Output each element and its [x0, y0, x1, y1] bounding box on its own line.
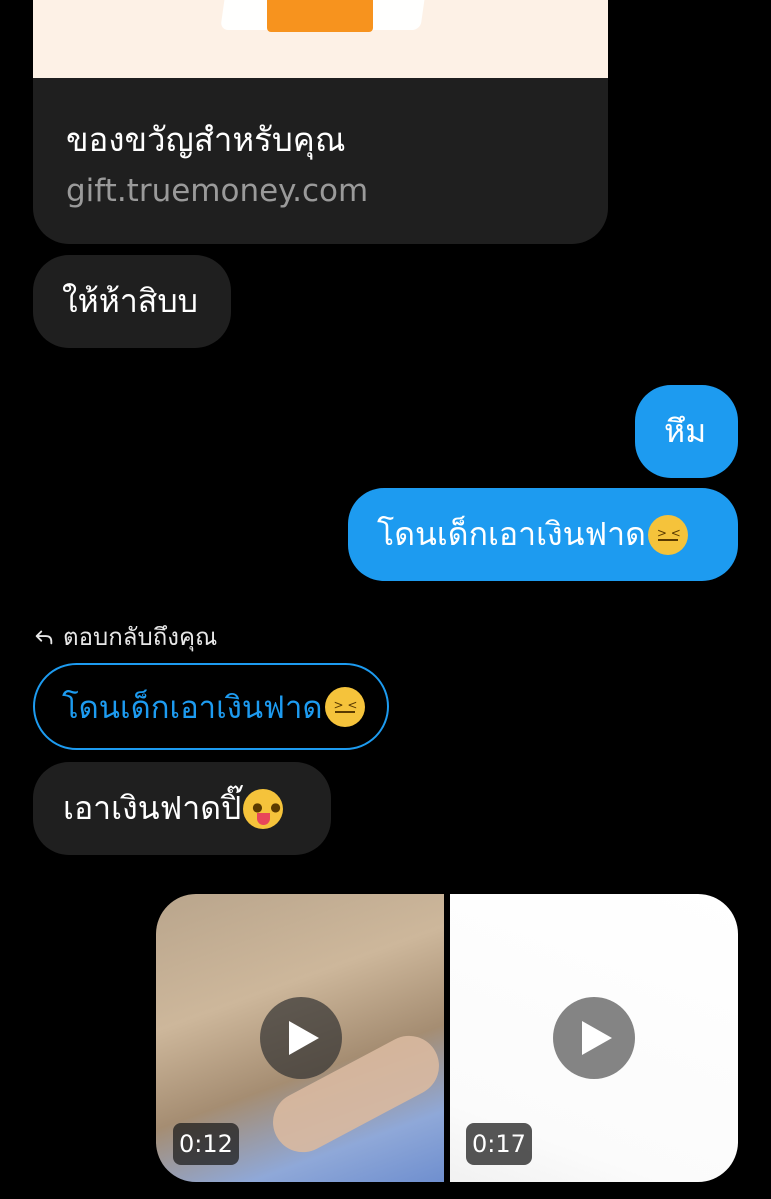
link-preview-domain: gift.truemoney.com [66, 173, 369, 209]
reply-arrow-icon [35, 630, 53, 645]
message-text: ให้ห้าสิบบ [62, 282, 198, 320]
tongue-face-emoji-icon: ● ● [243, 788, 284, 829]
message-text: โดนเด็กเอาเงินฟาด [377, 515, 646, 553]
link-preview-card[interactable]: ของขวัญสำหรับคุณ gift.truemoney.com [33, 0, 608, 244]
link-preview-title: ของขวัญสำหรับคุณ [66, 120, 346, 159]
outgoing-message-bubble[interactable]: หึม [635, 385, 738, 478]
reply-indicator: ตอบกลับถึงคุณ [33, 620, 217, 654]
video-thumbnail[interactable]: 0:12 [156, 894, 450, 1182]
confounded-face-emoji-icon: > < [647, 514, 688, 555]
play-icon[interactable] [260, 997, 342, 1079]
link-preview-image[interactable] [33, 0, 608, 78]
video-duration-badge: 0:12 [173, 1123, 239, 1165]
outgoing-message-bubble[interactable]: โดนเด็กเอาเงินฟาด > < [348, 488, 738, 581]
quoted-message-text: โดนเด็กเอาเงินฟาด [62, 689, 323, 726]
message-text: หึม [664, 412, 707, 450]
media-gallery: 0:12 0:17 [156, 894, 738, 1182]
confounded-face-emoji-icon: > < [324, 686, 365, 727]
incoming-message-bubble[interactable]: ให้ห้าสิบบ [33, 255, 231, 348]
incoming-reply-bubble[interactable]: เอาเงินฟาดปิ๊ ● ● [33, 762, 331, 855]
message-text: เอาเงินฟาดปิ๊ [63, 789, 242, 827]
video-thumbnail[interactable]: 0:17 [450, 894, 738, 1182]
gift-orange-tab-graphic [267, 0, 373, 32]
reply-label-text: ตอบกลับถึงคุณ [63, 623, 218, 651]
play-icon[interactable] [553, 997, 635, 1079]
quoted-message[interactable]: โดนเด็กเอาเงินฟาด > < [33, 663, 389, 750]
video-duration-badge: 0:17 [466, 1123, 532, 1165]
